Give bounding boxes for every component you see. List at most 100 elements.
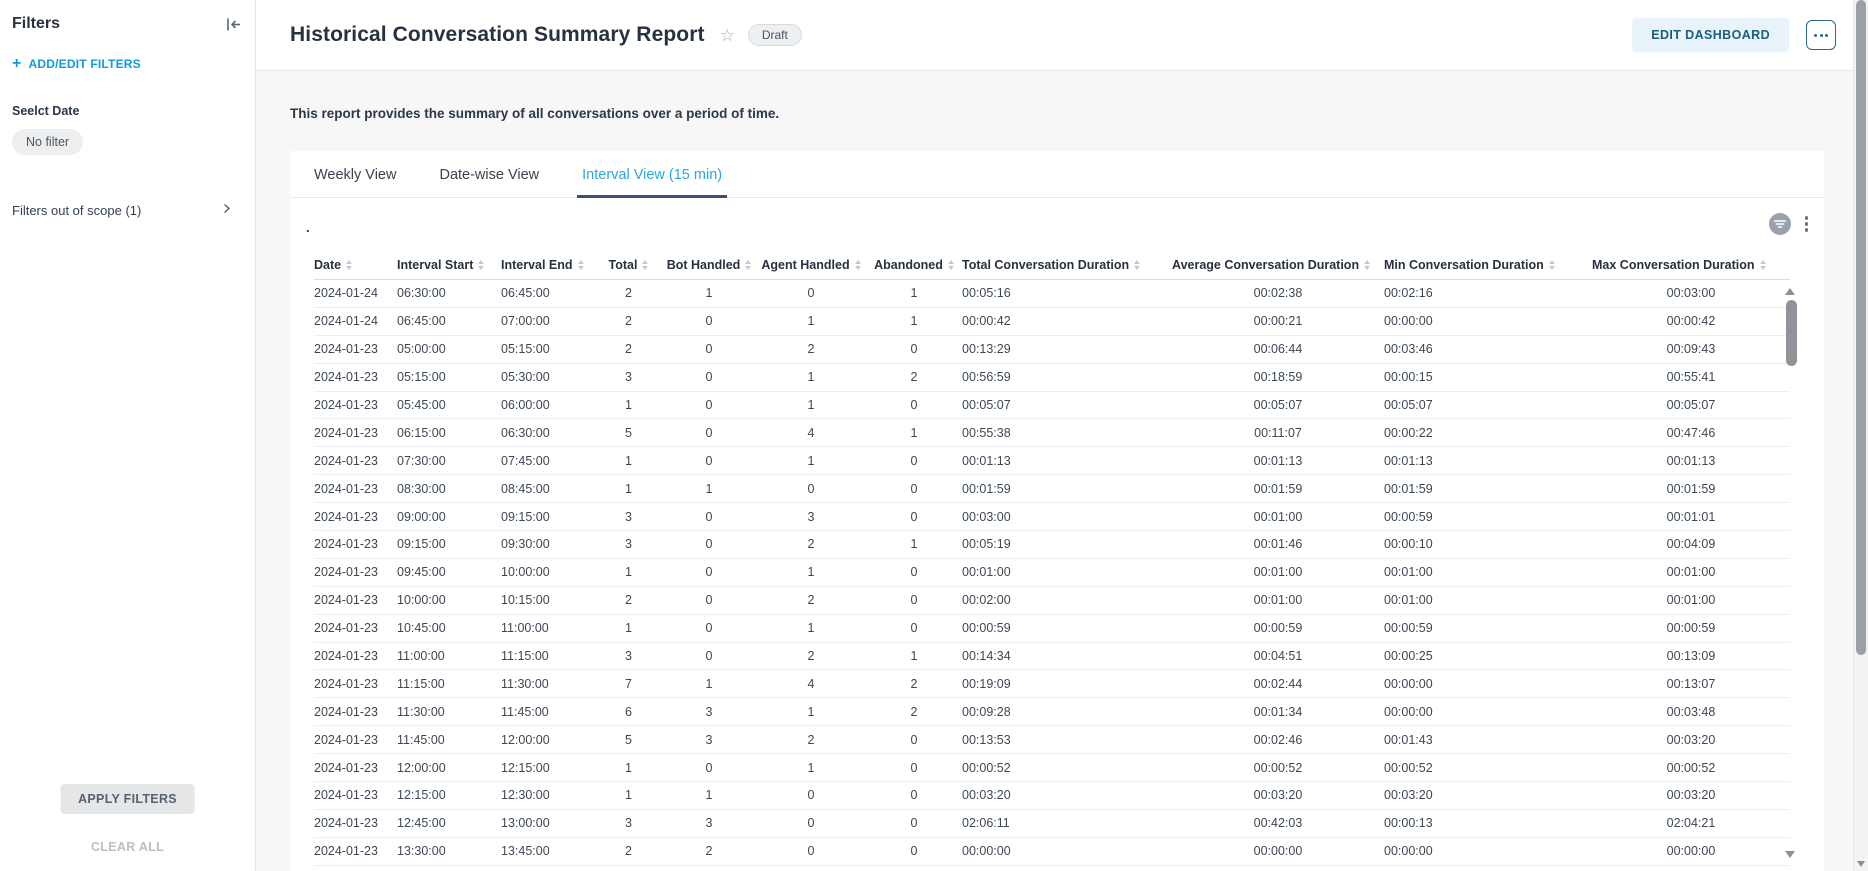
table-cell: 12:00:00: [397, 761, 501, 775]
tab-date-wise-view[interactable]: Date-wise View: [437, 151, 541, 197]
filters-sidebar: Filters + ADD/EDIT FILTERS Seelct Date N…: [0, 0, 256, 871]
table-cell: 2024-01-23: [314, 816, 397, 830]
table-cell: 2024-01-23: [314, 593, 397, 607]
column-header-label: Total: [609, 258, 638, 272]
table-cell: 2: [756, 593, 866, 607]
table-cell: 11:45:00: [501, 705, 595, 719]
sort-icon[interactable]: [346, 260, 352, 270]
column-header[interactable]: Interval Start: [397, 258, 501, 272]
table-cell: 0: [662, 621, 756, 635]
sort-icon[interactable]: [642, 260, 648, 270]
table-cell: 2: [595, 314, 662, 328]
sort-icon[interactable]: [578, 260, 584, 270]
table-cell: 00:03:20: [1592, 788, 1790, 802]
column-header-label: Average Conversation Duration: [1172, 258, 1359, 272]
table-scroll-up-icon[interactable]: [1785, 288, 1795, 295]
page-scrollbar[interactable]: [1853, 0, 1868, 871]
table-cell: 13:00:00: [501, 816, 595, 830]
column-header[interactable]: Interval End: [501, 258, 595, 272]
table-cell: 00:11:07: [1172, 426, 1384, 440]
table-cell: 2024-01-23: [314, 705, 397, 719]
sort-icon[interactable]: [1549, 260, 1555, 270]
table-cell: 2024-01-23: [314, 454, 397, 468]
page-scrollbar-thumb[interactable]: [1856, 0, 1866, 655]
column-header[interactable]: Total Conversation Duration: [962, 258, 1172, 272]
table-cell: 1: [662, 677, 756, 691]
edit-dashboard-button[interactable]: EDIT DASHBOARD: [1632, 18, 1789, 52]
table-cell: 0: [756, 788, 866, 802]
table-cell: 1: [756, 314, 866, 328]
table-cell: 10:00:00: [501, 565, 595, 579]
table-row: 2024-01-2307:30:0007:45:00101000:01:1300…: [314, 447, 1790, 475]
table-cell: 1: [756, 761, 866, 775]
table-cell: 00:06:44: [1172, 342, 1384, 356]
table-cell: 00:00:59: [1384, 510, 1592, 524]
table-cell: 00:09:28: [962, 705, 1172, 719]
table-cell: 00:02:00: [962, 593, 1172, 607]
column-header[interactable]: Total: [595, 258, 662, 272]
favorite-star-icon[interactable]: ☆: [720, 27, 735, 44]
table-row: 2024-01-2309:15:0009:30:00302100:05:1900…: [314, 531, 1790, 559]
more-options-button[interactable]: [1806, 20, 1836, 50]
widget-title: .: [306, 220, 310, 235]
table-row: 2024-01-2406:30:0006:45:00210100:05:1600…: [314, 280, 1790, 308]
column-header[interactable]: Agent Handled: [756, 258, 866, 272]
sort-icon[interactable]: [1760, 260, 1766, 270]
table-row: 2024-01-2308:30:0008:45:00110000:01:5900…: [314, 475, 1790, 503]
table-scrollbar-thumb[interactable]: [1786, 300, 1797, 366]
column-header[interactable]: Average Conversation Duration: [1172, 258, 1384, 272]
column-header[interactable]: Date: [314, 258, 397, 272]
table-cell: 11:15:00: [397, 677, 501, 691]
table-menu-icon[interactable]: [1802, 213, 1812, 235]
table-cell: 0: [662, 454, 756, 468]
table-cell: 2: [756, 649, 866, 663]
table-cell: 3: [662, 705, 756, 719]
table-cell: 05:30:00: [501, 370, 595, 384]
sort-icon[interactable]: [1364, 260, 1370, 270]
table-cell: 09:30:00: [501, 537, 595, 551]
table-cell: 00:01:13: [962, 454, 1172, 468]
table-cell: 2024-01-23: [314, 510, 397, 524]
table-cell: 00:04:51: [1172, 649, 1384, 663]
table-cell: 10:15:00: [501, 593, 595, 607]
tab-interval-view[interactable]: Interval View (15 min): [580, 151, 724, 197]
table-cell: 00:19:09: [962, 677, 1172, 691]
no-filter-chip[interactable]: No filter: [12, 129, 83, 155]
table-cell: 0: [662, 398, 756, 412]
table-cell: 2024-01-23: [314, 677, 397, 691]
table-cell: 00:05:07: [1592, 398, 1790, 412]
table-cell: 00:01:00: [1592, 593, 1790, 607]
table-cell: 2: [595, 593, 662, 607]
table-cell: 00:00:42: [1592, 314, 1790, 328]
column-header[interactable]: Abandoned: [866, 258, 962, 272]
sort-icon[interactable]: [478, 260, 484, 270]
table-cell: 2: [866, 677, 962, 691]
table-cell: 12:45:00: [397, 816, 501, 830]
table-cell: 2024-01-23: [314, 537, 397, 551]
column-header[interactable]: Min Conversation Duration: [1384, 258, 1592, 272]
sort-icon[interactable]: [745, 260, 751, 270]
sort-icon[interactable]: [855, 260, 861, 270]
table-cell: 2024-01-23: [314, 621, 397, 635]
tab-weekly-view[interactable]: Weekly View: [312, 151, 398, 197]
sort-icon[interactable]: [948, 260, 954, 270]
table-scroll-down-icon[interactable]: [1785, 851, 1795, 858]
sort-icon[interactable]: [1134, 260, 1140, 270]
table-cell: 02:04:21: [1592, 816, 1790, 830]
column-header[interactable]: Bot Handled: [662, 258, 756, 272]
collapse-sidebar-icon[interactable]: [224, 16, 243, 33]
table-filter-icon[interactable]: [1769, 213, 1791, 235]
table-cell: 0: [756, 482, 866, 496]
table-cell: 05:15:00: [501, 342, 595, 356]
filters-out-of-scope-row[interactable]: Filters out of scope (1): [12, 202, 243, 218]
table-cell: 2: [866, 370, 962, 384]
column-header-label: Interval End: [501, 258, 573, 272]
page-title: Historical Conversation Summary Report: [290, 23, 705, 47]
table-row: 2024-01-2312:45:0013:00:00330002:06:1100…: [314, 810, 1790, 838]
table-cell: 5: [595, 733, 662, 747]
apply-filters-button[interactable]: APPLY FILTERS: [60, 784, 195, 814]
column-header[interactable]: Max Conversation Duration: [1592, 258, 1790, 272]
add-edit-filters-button[interactable]: + ADD/EDIT FILTERS: [12, 57, 243, 71]
table-cell: 00:00:25: [1384, 649, 1592, 663]
clear-all-button[interactable]: CLEAR ALL: [0, 840, 255, 854]
